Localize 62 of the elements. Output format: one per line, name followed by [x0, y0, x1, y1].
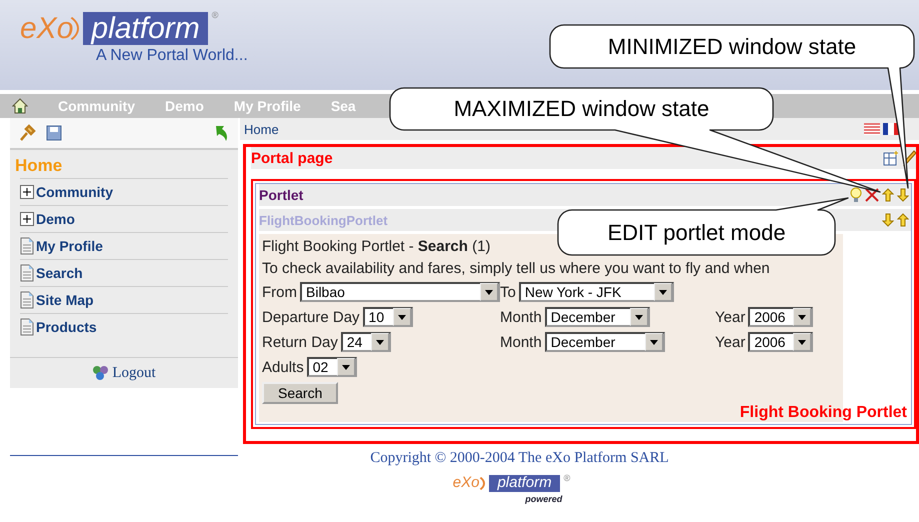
select-field[interactable]: 10	[362, 307, 413, 327]
field-label: Month	[500, 334, 542, 350]
breadcrumb-link[interactable]: Home	[244, 122, 279, 136]
page-icon	[20, 237, 34, 255]
logo-mark: eXo	[448, 473, 486, 494]
layout-icon[interactable]	[883, 150, 899, 166]
down-arrow-icon[interactable]	[882, 213, 894, 227]
up-arrow-icon[interactable]	[897, 213, 909, 227]
portlet-title: Portlet	[259, 187, 304, 203]
down-arrow-icon[interactable]	[897, 188, 909, 202]
sidebar-item[interactable]: Site Map	[20, 286, 228, 313]
page-title: Portal page	[251, 150, 333, 166]
page-icon	[20, 318, 34, 336]
portlet-caption: Flight Booking Portlet	[740, 404, 907, 422]
logout-link[interactable]: Logout	[112, 364, 156, 382]
sidebar-item[interactable]: My Profile	[20, 232, 228, 259]
expand-icon[interactable]	[20, 185, 34, 199]
lightbulb-icon[interactable]	[850, 187, 862, 203]
sidebar-item[interactable]: Products	[20, 313, 228, 340]
logo-mark: eXo	[16, 10, 80, 47]
close-icon[interactable]	[865, 188, 879, 202]
callout-text: MINIMIZED window state	[606, 32, 858, 60]
select-field[interactable]: December	[544, 307, 650, 327]
expand-icon[interactable]	[20, 212, 34, 226]
copyright-text: Copyright © 2000-2004 The eXo Platform SARL	[370, 450, 669, 467]
home-icon[interactable]	[12, 98, 28, 114]
callout-text: MAXIMIZED window state	[452, 95, 710, 123]
select-field[interactable]: 2006	[748, 307, 814, 327]
page-icon	[20, 264, 34, 282]
logout-icon	[92, 365, 110, 381]
sidebar-item[interactable]: Community	[20, 178, 228, 205]
callout-text: EDIT portlet mode	[606, 218, 787, 247]
sidebar-item[interactable]: Demo	[20, 205, 228, 232]
select-field[interactable]: New York - JFK	[518, 282, 674, 302]
select-field[interactable]: Bilbao	[300, 282, 500, 302]
field-label: Adults	[262, 358, 304, 376]
select-field[interactable]: 2006	[748, 332, 814, 352]
search-button[interactable]: Search	[262, 382, 338, 404]
flag-icon[interactable]	[883, 123, 899, 135]
back-arrow-icon[interactable]	[214, 124, 230, 142]
logo-wordmark: platform	[83, 12, 208, 45]
sidebar-title: Home	[14, 155, 64, 177]
sidebar-item[interactable]: Search	[20, 259, 228, 286]
field-label: Month	[500, 308, 542, 326]
field-label: Return Day	[262, 334, 338, 350]
select-field[interactable]: December	[544, 332, 665, 352]
field-label: From	[262, 284, 297, 300]
intro-text: To check availability and fares, simply tell us where you want to fly and when	[262, 260, 771, 277]
form-heading: Flight Booking Portlet - Search (1)	[262, 238, 492, 255]
page-icon	[20, 291, 34, 309]
registered-mark: ®	[564, 473, 570, 483]
logo-wordmark: platform	[489, 475, 560, 492]
save-icon[interactable]	[46, 125, 62, 141]
field-label: Year	[715, 334, 746, 350]
select-field[interactable]: 02	[306, 357, 357, 377]
field-label: Departure Day	[262, 308, 360, 326]
field-label: Year	[715, 308, 746, 326]
select-field[interactable]: 24	[340, 332, 391, 352]
logo-tagline: powered	[525, 494, 562, 504]
field-label: To	[500, 284, 516, 300]
registered-mark: ®	[212, 10, 218, 20]
portlet-name: FlightBookingPortlet	[259, 212, 388, 228]
